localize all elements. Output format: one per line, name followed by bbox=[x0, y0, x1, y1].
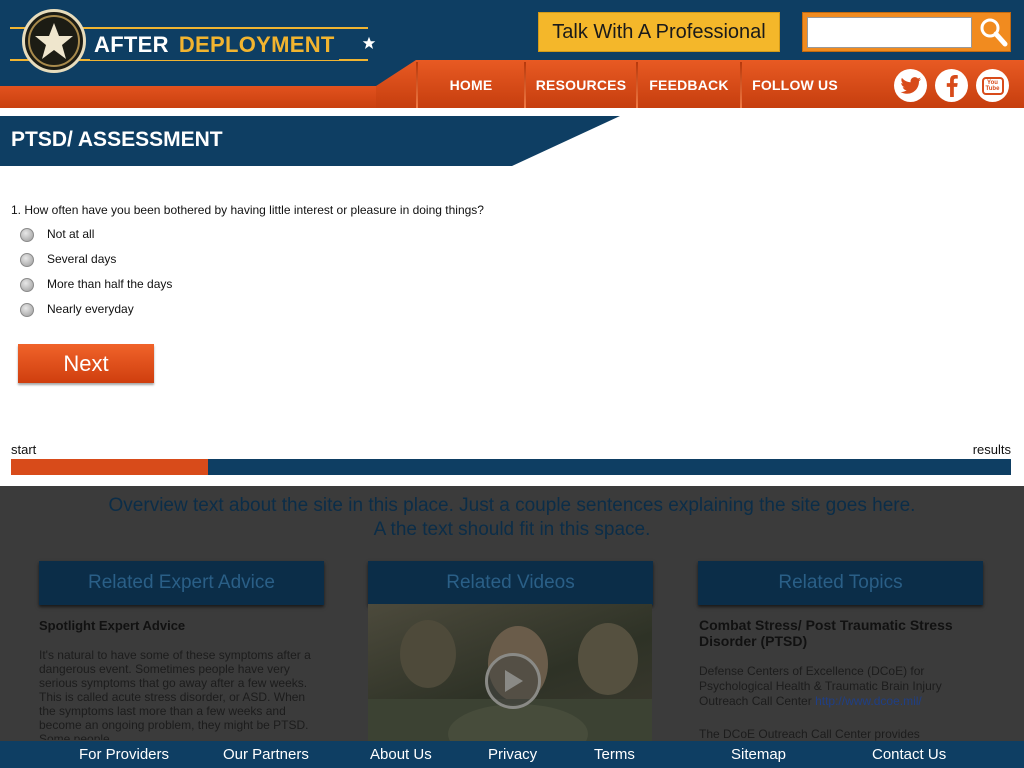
footer-link-privacy[interactable]: Privacy bbox=[488, 746, 537, 763]
option-more-than-half[interactable]: More than half the days bbox=[20, 276, 172, 294]
nav-follow-us[interactable]: FOLLOW US bbox=[742, 62, 848, 108]
facebook-icon[interactable] bbox=[935, 69, 968, 102]
topic-body-2: The DCoE Outreach Call Center provides bbox=[699, 727, 920, 741]
logo-star-badge[interactable] bbox=[22, 9, 86, 73]
youtube-label: You Tube bbox=[981, 76, 1004, 95]
footer-link-for-providers[interactable]: For Providers bbox=[79, 746, 169, 763]
search-box bbox=[802, 12, 1011, 52]
progress-bar bbox=[11, 459, 1011, 475]
footer-link-our-partners[interactable]: Our Partners bbox=[223, 746, 309, 763]
option-label: Several days bbox=[47, 252, 117, 266]
option-label: Nearly everyday bbox=[47, 302, 134, 316]
footer-link-sitemap[interactable]: Sitemap bbox=[731, 746, 786, 763]
progress-start-label: start bbox=[11, 442, 37, 457]
radio-button[interactable] bbox=[20, 278, 34, 292]
header-accent-strip bbox=[0, 86, 420, 108]
logo-wordmark[interactable]: AFTER DEPLOYMENT bbox=[90, 30, 339, 60]
logo-word-after: AFTER bbox=[94, 32, 169, 57]
logo-word-deployment: DEPLOYMENT bbox=[178, 32, 335, 57]
nav-resources[interactable]: RESOURCES bbox=[526, 62, 636, 108]
footer-link-contact-us[interactable]: Contact Us bbox=[872, 746, 946, 763]
nav-feedback[interactable]: FEEDBACK bbox=[638, 62, 740, 108]
progress-end-label: results bbox=[972, 442, 1011, 457]
small-star-icon bbox=[362, 36, 376, 49]
option-not-at-all[interactable]: Not at all bbox=[20, 226, 94, 244]
option-label: More than half the days bbox=[47, 277, 173, 291]
twitter-icon[interactable] bbox=[894, 69, 927, 102]
radio-button[interactable] bbox=[20, 303, 34, 317]
search-button[interactable] bbox=[975, 14, 1011, 50]
talk-with-professional-button[interactable]: Talk With A Professional bbox=[538, 12, 780, 52]
nav-home[interactable]: HOME bbox=[418, 62, 524, 108]
option-nearly-everyday[interactable]: Nearly everyday bbox=[20, 301, 134, 319]
search-icon bbox=[980, 18, 1008, 47]
footer-link-terms[interactable]: Terms bbox=[594, 746, 635, 763]
overview-line-1: Overview text about the site in this pla… bbox=[108, 495, 916, 516]
related-topics-heading[interactable]: Related Topics bbox=[698, 561, 983, 605]
related-videos-heading[interactable]: Related Videos bbox=[368, 561, 653, 605]
option-several-days[interactable]: Several days bbox=[20, 251, 116, 269]
topic-title[interactable]: Combat Stress/ Post Traumatic Stress Dis… bbox=[699, 617, 989, 649]
topic-body: Defense Centers of Excellence (DCoE) for… bbox=[699, 664, 989, 709]
overview-text: Overview text about the site in this pla… bbox=[0, 494, 1024, 542]
spotlight-body: It's natural to have some of these sympt… bbox=[39, 648, 311, 740]
option-label: Not at all bbox=[47, 227, 95, 241]
progress-fill bbox=[11, 459, 208, 475]
overview-line-2: A the text should fit in this space. bbox=[373, 519, 651, 540]
page-title: PTSD/ ASSESSMENT bbox=[11, 128, 223, 151]
footer-link-about-us[interactable]: About Us bbox=[370, 746, 432, 763]
site-header: AFTER DEPLOYMENT Talk With A Professiona… bbox=[0, 0, 1024, 110]
question-text: 1. How often have you been bothered by h… bbox=[11, 203, 484, 217]
dcoe-link[interactable]: http://www.dcoe.mil/ bbox=[815, 694, 922, 708]
related-expert-advice-heading[interactable]: Related Expert Advice bbox=[39, 561, 324, 605]
youtube-icon[interactable]: You Tube bbox=[976, 69, 1009, 102]
radio-button[interactable] bbox=[20, 253, 34, 267]
page: AFTER DEPLOYMENT Talk With A Professiona… bbox=[0, 0, 1024, 768]
logo-star-icon bbox=[28, 15, 80, 67]
play-icon[interactable] bbox=[485, 653, 541, 709]
radio-button[interactable] bbox=[20, 228, 34, 242]
search-input[interactable] bbox=[807, 17, 972, 48]
spotlight-title[interactable]: Spotlight Expert Advice bbox=[39, 618, 185, 633]
next-button[interactable]: Next bbox=[18, 344, 154, 383]
